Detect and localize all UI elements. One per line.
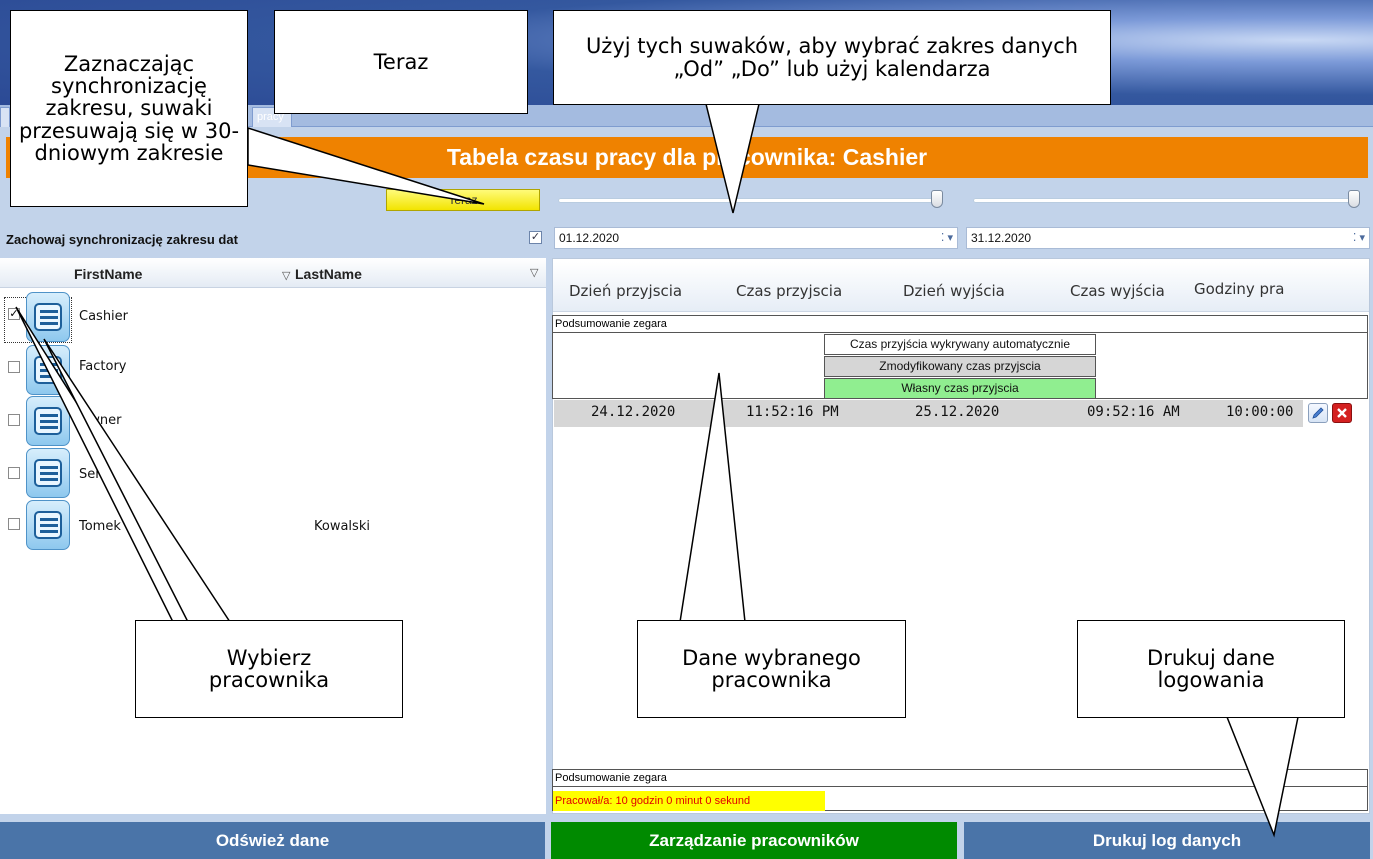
callout-sliders: Użyj tych suwaków, aby wybrać zakres dan… — [553, 10, 1111, 105]
callout-select-employee: Wybierz pracownika — [135, 620, 403, 718]
callout-now: Teraz — [274, 10, 528, 114]
callout-sync-note: Zaznaczając synchronizację zakresu, suwa… — [10, 10, 248, 207]
callout-employee-data: Dane wybranego pracownika — [637, 620, 906, 718]
callout-print-logs: Drukuj dane logowania — [1077, 620, 1345, 718]
